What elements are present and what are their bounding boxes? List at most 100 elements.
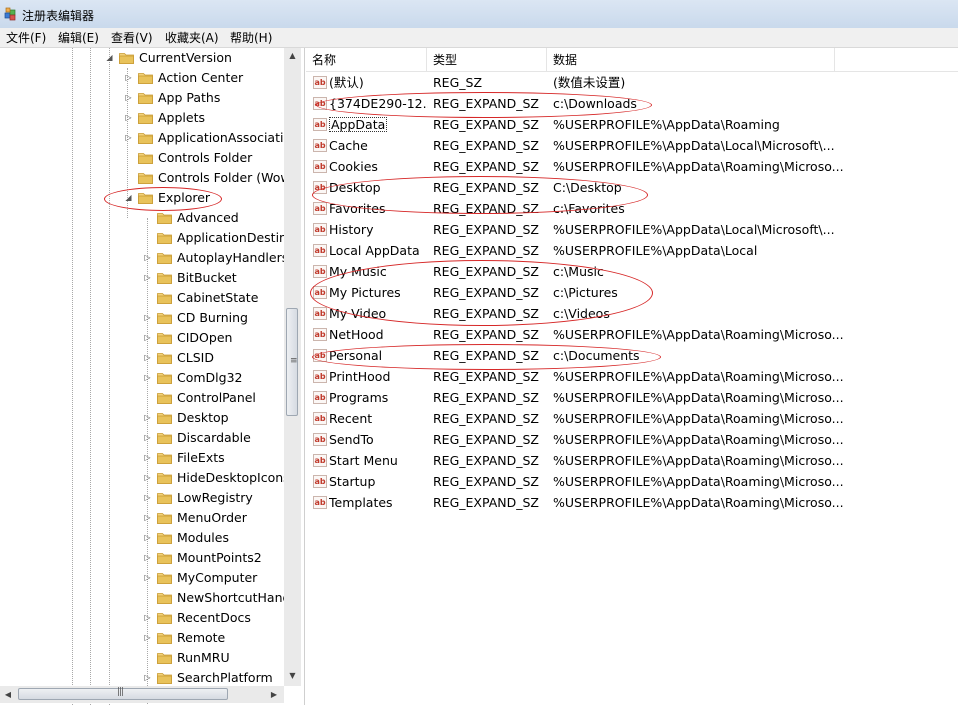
tree-node[interactable]: ▷ LowRegistry: [0, 488, 304, 508]
value-row[interactable]: ab {374DE290-12... REG_EXPAND_SZ c:\Downloa…: [306, 93, 958, 114]
expand-arrow-icon[interactable]: ▷: [143, 448, 152, 468]
value-row[interactable]: ab NetHood REG_EXPAND_SZ %USERPROFILE%\AppD…: [306, 324, 958, 345]
tree-node[interactable]: Advanced: [0, 208, 304, 228]
value-row[interactable]: ab Templates REG_EXPAND_SZ %USERPROFILE%\Ap…: [306, 492, 958, 513]
value-row[interactable]: ab History REG_EXPAND_SZ %USERPROFILE%\AppD…: [306, 219, 958, 240]
value-row[interactable]: ab AppData REG_EXPAND_SZ %USERPROFILE%\AppD…: [306, 114, 958, 135]
expand-arrow-icon[interactable]: ▷: [143, 488, 152, 508]
value-row[interactable]: ab Favorites REG_EXPAND_SZ c:\Favorites: [306, 198, 958, 219]
expand-arrow-icon[interactable]: ▷: [143, 268, 152, 288]
expand-arrow-icon[interactable]: ▷: [143, 568, 152, 588]
expand-arrow-icon[interactable]: ▷: [143, 428, 152, 448]
menu-favorites[interactable]: 收藏夹(A): [163, 29, 221, 46]
collapse-arrow-icon[interactable]: ◢: [124, 188, 133, 208]
expand-arrow-icon[interactable]: ▷: [143, 408, 152, 428]
menu-view[interactable]: 查看(V): [109, 29, 155, 46]
menu-help[interactable]: 帮助(H): [228, 29, 274, 46]
tree-node[interactable]: ▷ Discardable: [0, 428, 304, 448]
tree-vertical-scrollbar[interactable]: ▲ ≡ ▼: [284, 48, 301, 686]
expand-arrow-icon[interactable]: ▷: [124, 128, 133, 148]
tree-node[interactable]: RunMRU: [0, 648, 304, 668]
expand-arrow-icon[interactable]: ▷: [143, 668, 152, 688]
value-type: REG_EXPAND_SZ: [433, 243, 539, 258]
expand-arrow-icon[interactable]: ▷: [143, 468, 152, 488]
tree-node-label: Applets: [158, 110, 205, 125]
value-type: REG_EXPAND_SZ: [433, 495, 539, 510]
value-row[interactable]: ab (默认) REG_SZ (数值未设置): [306, 72, 958, 93]
tree-node[interactable]: ▷ BitBucket: [0, 268, 304, 288]
value-row[interactable]: ab Startup REG_EXPAND_SZ %USERPROFILE%\AppD…: [306, 471, 958, 492]
tree-node[interactable]: Controls Folder: [0, 148, 304, 168]
tree-node[interactable]: ◢ Explorer: [0, 188, 304, 208]
expand-arrow-icon[interactable]: ▷: [143, 528, 152, 548]
value-row[interactable]: ab PrintHood REG_EXPAND_SZ %USERPROFILE%\Ap…: [306, 366, 958, 387]
tree-node[interactable]: ▷ Remote: [0, 628, 304, 648]
tree-node[interactable]: ▷ Modules: [0, 528, 304, 548]
tree-node[interactable]: ▷ CD Burning: [0, 308, 304, 328]
expand-arrow-icon[interactable]: ▷: [143, 628, 152, 648]
tree-node[interactable]: ControlPanel: [0, 388, 304, 408]
expand-arrow-icon[interactable]: ▷: [124, 68, 133, 88]
tree-node[interactable]: ▷ Desktop: [0, 408, 304, 428]
tree-node[interactable]: CabinetState: [0, 288, 304, 308]
tree-node[interactable]: ▷ RecentDocs: [0, 608, 304, 628]
tree-horizontal-scrollbar[interactable]: ◀ ||| ▶: [0, 686, 284, 703]
value-row[interactable]: ab SendTo REG_EXPAND_SZ %USERPROFILE%\AppDa…: [306, 429, 958, 450]
hscroll-thumb[interactable]: |||: [18, 687, 228, 700]
tree-node[interactable]: ▷ AutoplayHandlers: [0, 248, 304, 268]
tree-node[interactable]: ▷ MountPoints2: [0, 548, 304, 568]
tree-node[interactable]: ▷ SearchPlatform: [0, 668, 304, 688]
scroll-up-icon[interactable]: ▲: [284, 48, 301, 64]
value-row[interactable]: ab My Video REG_EXPAND_SZ c:\Videos: [306, 303, 958, 324]
value-row[interactable]: ab My Pictures REG_EXPAND_SZ c:\Pictures: [306, 282, 958, 303]
scroll-left-icon[interactable]: ◀: [0, 686, 16, 703]
expand-arrow-icon[interactable]: ▷: [143, 508, 152, 528]
column-data-header[interactable]: 数据: [547, 48, 835, 71]
tree-node[interactable]: ▷ ComDlg32: [0, 368, 304, 388]
value-row[interactable]: ab Personal REG_EXPAND_SZ c:\Documents: [306, 345, 958, 366]
expand-arrow-icon[interactable]: ▷: [143, 608, 152, 628]
expand-arrow-icon[interactable]: ▷: [143, 368, 152, 388]
expand-arrow-icon[interactable]: ▷: [143, 348, 152, 368]
column-name-header[interactable]: 名称: [306, 48, 427, 71]
tree-node[interactable]: ▷ CIDOpen: [0, 328, 304, 348]
collapse-arrow-icon[interactable]: ◢: [105, 48, 114, 68]
expand-arrow-icon[interactable]: ▷: [124, 108, 133, 128]
tree-node[interactable]: ▷ ApplicationAssociatio: [0, 128, 304, 148]
expand-arrow-icon[interactable]: ▷: [143, 248, 152, 268]
tree-node[interactable]: ▷ FileExts: [0, 448, 304, 468]
value-row[interactable]: ab Cookies REG_EXPAND_SZ %USERPROFILE%\AppD…: [306, 156, 958, 177]
value-row[interactable]: ab My Music REG_EXPAND_SZ c:\Music: [306, 261, 958, 282]
value-row[interactable]: ab Desktop REG_EXPAND_SZ C:\Desktop: [306, 177, 958, 198]
value-row[interactable]: ab Start Menu REG_EXPAND_SZ %USERPROFILE%\A…: [306, 450, 958, 471]
tree-node[interactable]: ▷ HideDesktopIcons: [0, 468, 304, 488]
value-data: (数值未设置): [553, 75, 626, 90]
tree-node[interactable]: NewShortcutHand: [0, 588, 304, 608]
tree-node[interactable]: ▷ Action Center: [0, 68, 304, 88]
scroll-down-icon[interactable]: ▼: [284, 668, 301, 684]
tree-node[interactable]: Controls Folder (Wow: [0, 168, 304, 188]
expand-arrow-icon[interactable]: ▷: [143, 328, 152, 348]
value-name: {374DE290-12...: [329, 96, 428, 111]
value-row[interactable]: ab Recent REG_EXPAND_SZ %USERPROFILE%\AppDa…: [306, 408, 958, 429]
expand-arrow-icon[interactable]: ▷: [143, 308, 152, 328]
value-name: Personal: [329, 348, 383, 363]
scroll-right-icon[interactable]: ▶: [266, 686, 282, 703]
expand-arrow-icon[interactable]: ▷: [124, 88, 133, 108]
tree-node[interactable]: ▷ MyComputer: [0, 568, 304, 588]
value-row[interactable]: ab Local AppData REG_EXPAND_SZ %USERPROFILE…: [306, 240, 958, 261]
tree-node[interactable]: ◢ CurrentVersion: [0, 48, 304, 68]
tree-node[interactable]: ▷ Applets: [0, 108, 304, 128]
value-row[interactable]: ab Cache REG_EXPAND_SZ %USERPROFILE%\AppDat…: [306, 135, 958, 156]
menu-file[interactable]: 文件(F): [4, 29, 48, 46]
tree-node[interactable]: ▷ MenuOrder: [0, 508, 304, 528]
menu-edit[interactable]: 编辑(E): [56, 29, 101, 46]
tree-node[interactable]: ▷ CLSID: [0, 348, 304, 368]
tree-node[interactable]: ▷ App Paths: [0, 88, 304, 108]
value-row[interactable]: ab Programs REG_EXPAND_SZ %USERPROFILE%\App…: [306, 387, 958, 408]
value-name: Templates: [329, 495, 393, 510]
column-type-header[interactable]: 类型: [427, 48, 547, 71]
expand-arrow-icon[interactable]: ▷: [143, 548, 152, 568]
scroll-thumb[interactable]: ≡: [286, 308, 298, 416]
tree-node[interactable]: ApplicationDestina: [0, 228, 304, 248]
